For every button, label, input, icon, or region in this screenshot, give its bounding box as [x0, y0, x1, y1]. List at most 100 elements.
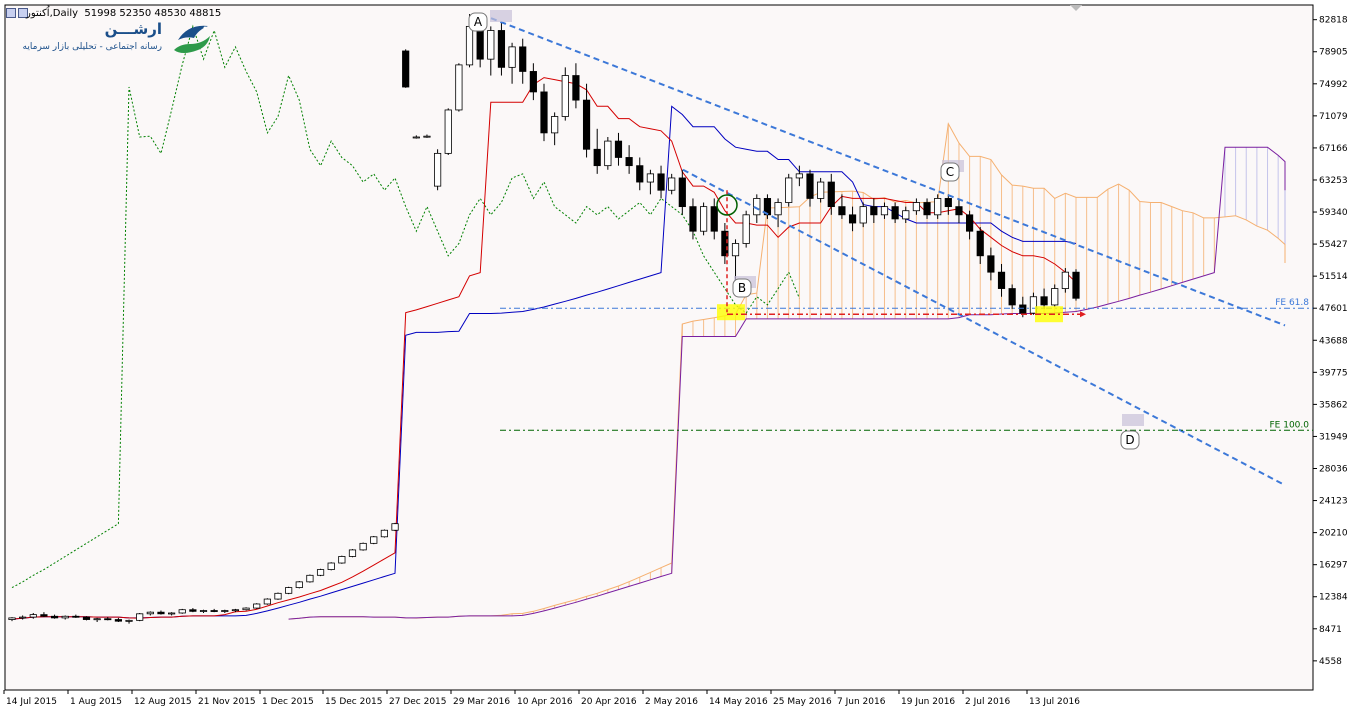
candle-body	[274, 592, 282, 600]
candle-body	[646, 173, 654, 183]
candle-body	[370, 536, 378, 544]
candle-body	[870, 206, 878, 216]
candle-body	[125, 619, 133, 622]
x-tick-label: 12 Aug 2015	[134, 697, 192, 707]
candle-body	[19, 616, 27, 619]
candle-body	[572, 75, 580, 101]
candle-body	[487, 30, 495, 60]
candle-body	[614, 140, 623, 158]
candle-body	[29, 614, 37, 618]
candle-body	[582, 99, 591, 150]
candle-body	[880, 206, 889, 216]
candle-body	[668, 177, 676, 191]
y-tick-label: 12384	[1319, 593, 1348, 603]
candle-body	[551, 116, 559, 134]
candle-body	[306, 574, 314, 583]
plot-area	[4, 4, 1314, 691]
point-label-d: D	[1125, 433, 1134, 447]
candle-body	[604, 140, 612, 167]
y-tick-label: 35862	[1319, 400, 1348, 410]
y-tick-label: 31949	[1319, 432, 1348, 442]
x-tick-label: 21 Nov 2015	[198, 697, 256, 707]
point-label-a: A	[474, 15, 483, 29]
candle-body	[657, 173, 665, 191]
y-tick-label: 39775	[1319, 368, 1348, 378]
y-tick-label: 28036	[1319, 465, 1348, 475]
candle-body	[934, 198, 942, 216]
candle-body	[997, 271, 1006, 289]
x-tick-label: 10 Apr 2016	[517, 697, 573, 707]
candle-body	[529, 71, 537, 93]
candle-body	[380, 529, 388, 538]
y-tick-label: 74992	[1319, 80, 1348, 90]
candle-body	[955, 206, 963, 216]
y-tick-label: 47601	[1319, 304, 1348, 314]
candle-body	[104, 618, 112, 621]
x-tick-label: 15 Dec 2015	[325, 697, 383, 707]
candle-body	[912, 202, 920, 212]
candle-body	[444, 109, 452, 154]
candle-body	[1072, 271, 1080, 299]
candle-body	[338, 556, 346, 564]
chart-window: 82818 78905 74992 71079 67166 63253 59340 55427…	[0, 0, 1363, 713]
candle-body	[519, 46, 527, 72]
x-tick-label: 1 Aug 2015	[70, 697, 122, 707]
candle-body	[327, 562, 335, 570]
candle-body	[114, 619, 122, 622]
candle-body	[348, 549, 357, 557]
y-tick-label: 43688	[1319, 336, 1348, 346]
candle-body	[678, 177, 686, 208]
fibo-label: FE 100.0	[1270, 420, 1310, 430]
candle-body	[423, 135, 431, 138]
candle-body	[1008, 288, 1016, 306]
x-tick-label: 14 Jul 2015	[6, 697, 57, 707]
y-tick-label: 8471	[1319, 625, 1342, 635]
x-tick-label: 1 Dec 2015	[262, 697, 314, 707]
y-tick-label: 78905	[1319, 48, 1348, 58]
candle-body	[82, 616, 91, 620]
candle-body	[827, 181, 835, 208]
candle-body	[593, 148, 601, 167]
x-tick-label: 7 Jun 2016	[837, 697, 886, 707]
x-tick-label: 20 Apr 2016	[581, 697, 637, 707]
chart-window-icon	[6, 8, 16, 18]
candle-body	[402, 50, 410, 88]
candle-body	[231, 609, 240, 612]
candle-body	[295, 581, 303, 588]
candle-body	[412, 136, 420, 139]
candle-body	[242, 607, 250, 611]
candle-body	[316, 569, 325, 576]
candle-body	[976, 230, 984, 257]
highlight-left	[717, 304, 745, 321]
logo-title: ارشـــن	[104, 20, 162, 38]
window-icons	[6, 8, 28, 18]
candle-body	[625, 157, 633, 167]
candle-body	[817, 181, 825, 199]
candle-body	[700, 206, 708, 232]
candle-body	[848, 214, 857, 224]
candle-body	[285, 587, 293, 594]
point-label-b: B	[738, 281, 746, 295]
candle-body	[987, 255, 995, 273]
candle-body	[1019, 304, 1027, 314]
x-tick-label: 25 May 2016	[773, 697, 832, 707]
watermark-logo: ارشـــن رسانه اجتماعی - تحلیلی بازار سرم…	[10, 18, 220, 60]
candle-body	[774, 202, 782, 216]
candle-body	[689, 206, 697, 232]
candle-body	[136, 613, 144, 621]
x-tick-label: 13 Jul 2016	[1029, 697, 1080, 707]
x-tick-label: 2 May 2016	[645, 697, 698, 707]
x-tick-label: 29 Mar 2016	[453, 697, 510, 707]
y-tick-label: 55427	[1319, 240, 1348, 250]
candle-body	[8, 617, 16, 620]
candle-body	[465, 25, 474, 66]
anchor-marker	[490, 10, 512, 22]
candle-body	[253, 603, 261, 609]
candle-body	[731, 243, 740, 257]
logo-subtitle: رسانه اجتماعی - تحلیلی بازار سرمایه	[22, 42, 162, 52]
candle-body	[859, 206, 867, 224]
candle-body	[561, 75, 569, 117]
candle-body	[50, 615, 59, 619]
x-tick-label: 27 Dec 2015	[389, 697, 447, 707]
y-tick-label: 51514	[1319, 272, 1348, 282]
